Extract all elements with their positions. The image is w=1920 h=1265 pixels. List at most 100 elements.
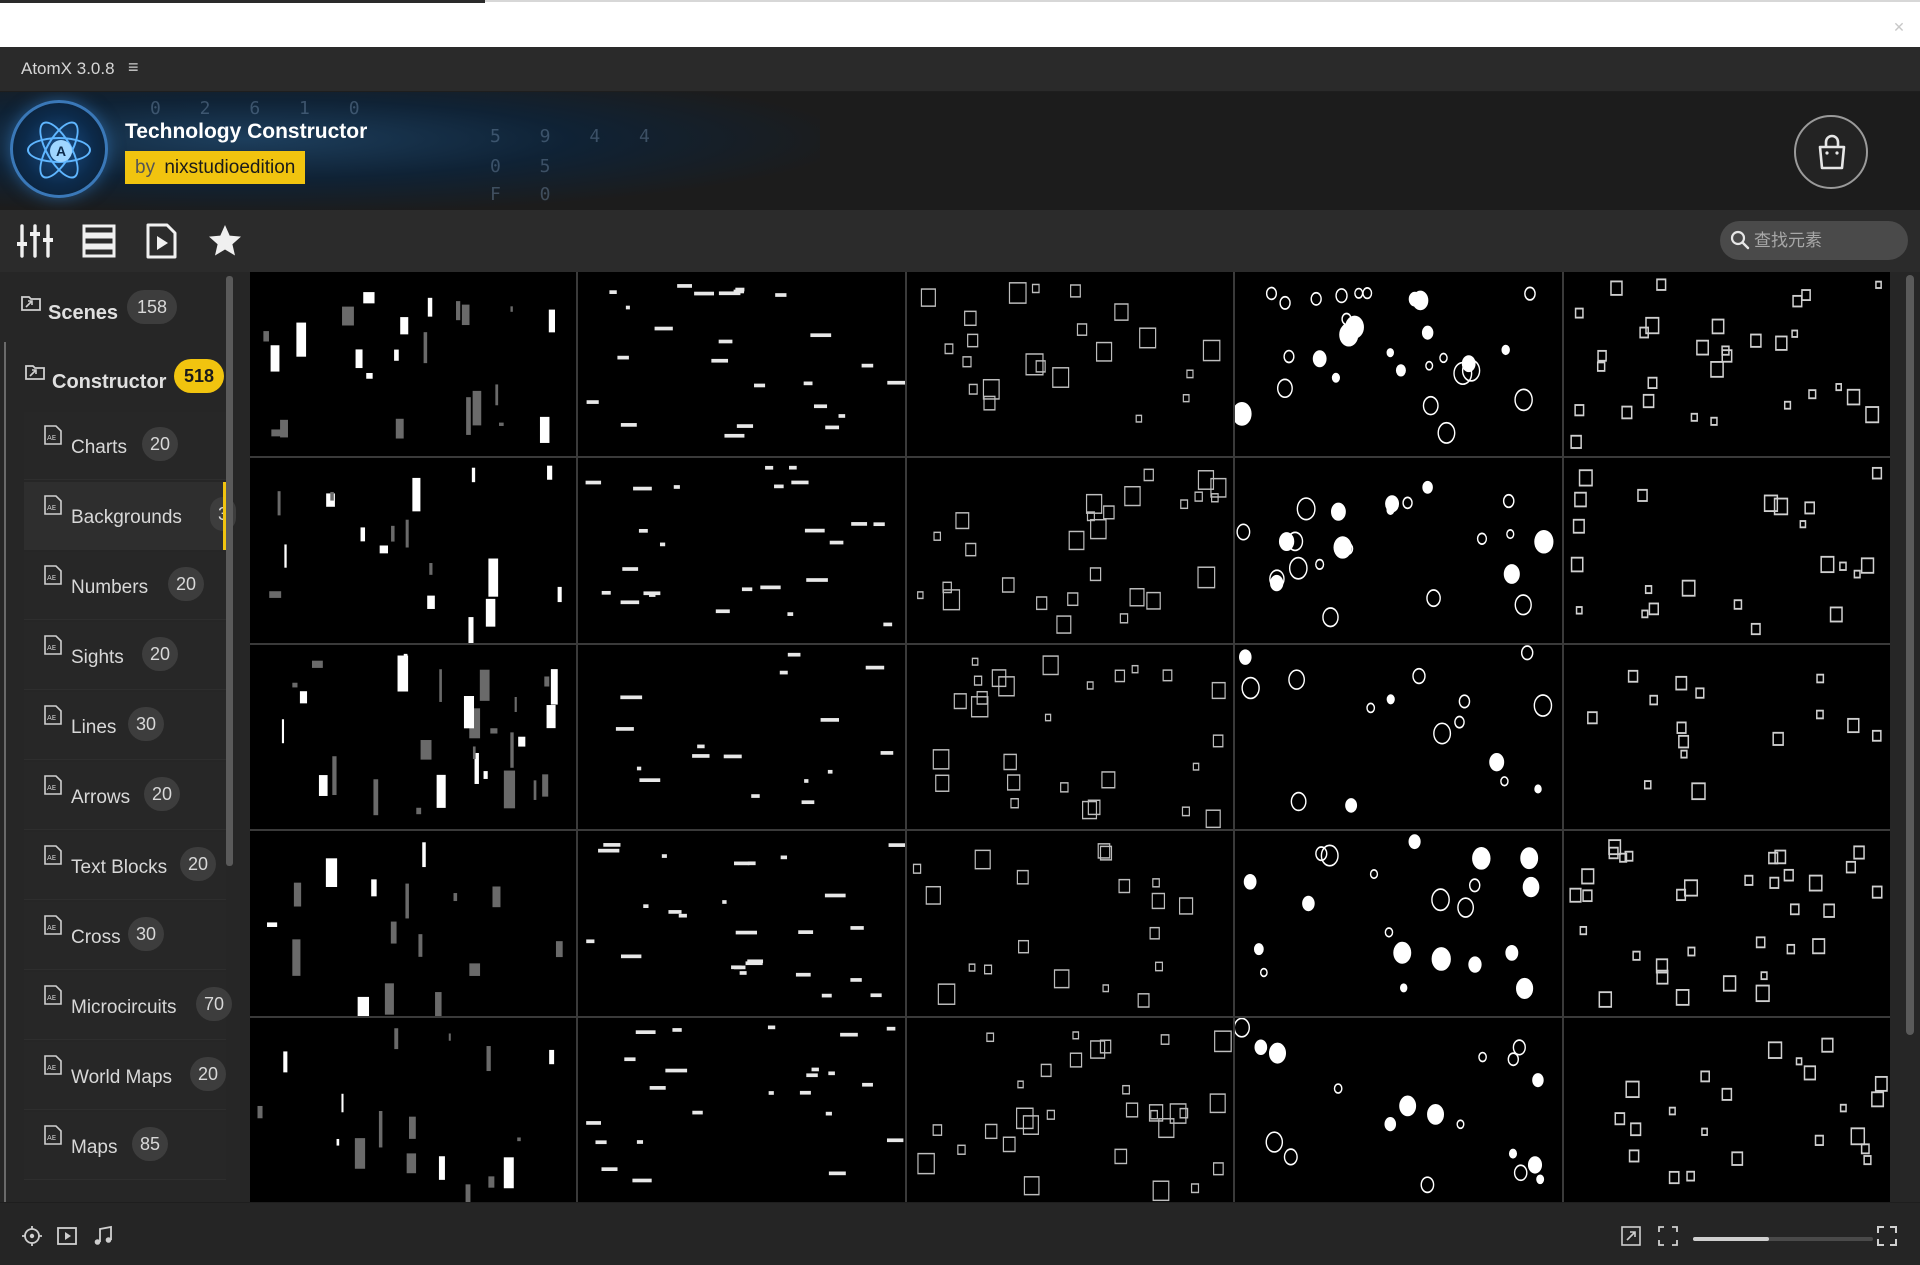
preview-tile[interactable] [250,1017,577,1202]
small-grid-icon[interactable] [1657,1225,1679,1247]
mixer-sliders-icon[interactable] [16,222,54,260]
preview-tile[interactable] [250,272,577,457]
preview-shape [1399,1095,1417,1116]
video-file-icon[interactable] [142,222,180,260]
preview-tile[interactable] [1235,831,1562,1016]
search-box[interactable] [1720,221,1908,260]
preview-shape [801,800,815,804]
preview-tile[interactable] [906,272,1234,457]
preview-shape [311,660,323,668]
folder-link-icon [25,365,45,380]
preview-tile[interactable] [1235,458,1562,643]
preview-tile[interactable] [578,831,905,1016]
preview-tile[interactable] [1563,272,1890,457]
close-icon[interactable]: ✕ [1886,14,1912,40]
preview-tile[interactable] [1563,644,1890,830]
preview-shape [400,317,409,335]
sidebar-item-sights[interactable]: AE Sights 20 [24,622,226,690]
preview-shape [1212,734,1224,748]
zoom-slider[interactable] [1693,1237,1873,1241]
resize-icon[interactable] [1620,1225,1642,1247]
preview-tile[interactable] [1235,644,1562,830]
preview-tile[interactable] [250,458,577,643]
ae-file-icon: AE [44,495,62,515]
preview-shape [595,1139,608,1144]
preview-tile[interactable] [906,1017,1234,1202]
preview-tile[interactable] [1235,1017,1562,1202]
preview-shape [1457,897,1475,919]
search-input[interactable] [1754,227,1894,254]
grid-scrollbar[interactable] [1906,275,1914,1035]
preview-shape [466,397,471,435]
svg-text:AE: AE [47,574,56,582]
sidebar-item-arrows[interactable]: AE Arrows 20 [24,762,226,830]
preview-shape [1586,711,1598,725]
preview-shape [391,526,395,542]
preview-shape [1690,782,1706,800]
preview-shape [1730,1150,1743,1166]
preview-shape [412,478,421,512]
sidebar-item-backgrounds[interactable]: AE Backgrounds 3 [24,482,237,550]
preview-shape [825,893,847,898]
preview-shape [420,739,432,760]
preview-shape [1783,400,1791,410]
sidebar-item-charts[interactable]: AE Charts 20 [24,412,226,480]
preview-shape [1534,784,1542,794]
preview-shape [1017,1080,1024,1089]
preview-tile[interactable] [250,831,577,1016]
preview-shape [1871,729,1882,742]
sidebar-item-lines[interactable]: AE Lines 30 [24,692,226,760]
preview-tile[interactable] [578,1017,905,1202]
preview-shape [1333,1082,1343,1094]
preview-shape [1384,1116,1397,1131]
preview-shape [830,541,844,545]
preview-shape [602,591,612,596]
video-preview-icon[interactable] [56,1225,78,1247]
preview-shape [916,591,924,600]
favorites-star-icon[interactable] [206,222,244,260]
large-grid-icon[interactable] [1876,1225,1898,1247]
preview-tile[interactable] [1235,272,1562,457]
music-note-icon[interactable] [92,1225,114,1247]
preview-tile[interactable] [906,458,1234,643]
sidebar-item-numbers[interactable]: AE Numbers 20 [24,552,226,620]
preview-shape [488,558,499,598]
sidebar-item-text-blocks[interactable]: AE Text Blocks 20 [24,832,226,900]
preview-tile[interactable] [1563,831,1890,1016]
preview-shape [806,578,829,583]
preview-tile[interactable] [578,272,905,457]
preview-shape [1722,975,1736,992]
sidebar-item-maps[interactable]: AE Maps 85 [24,1112,226,1180]
preview-shape [1822,903,1835,919]
preview-tile[interactable] [578,644,905,830]
preview-shape [366,372,373,379]
preview-shape [503,1156,514,1188]
preview-shape [1668,1170,1680,1184]
sidebar-scrollbar[interactable] [226,276,233,866]
preview-shape [692,1110,704,1115]
preview-tile[interactable] [906,831,1234,1016]
preview-shape [548,309,556,333]
preview-shape [805,529,826,533]
author-badge[interactable]: by nixstudioedition [125,151,306,184]
sidebar-item-cross[interactable]: AE Cross 30 [24,902,226,970]
sidebar-item-world-maps[interactable]: AE World Maps 20 [24,1042,227,1110]
hamburger-menu-icon[interactable]: ≡ [128,57,139,78]
sidebar-item-microcircuits[interactable]: AE Microcircuits 70 [24,972,233,1040]
preview-tile[interactable] [906,644,1234,830]
ae-settings-icon[interactable] [21,1225,43,1247]
preview-shape [325,858,338,888]
preview-tile[interactable] [578,458,905,643]
preview-shape [920,288,936,307]
preview-shape [518,736,526,747]
store-button[interactable] [1794,115,1868,189]
preview-shape [429,563,433,576]
preview-shape [544,676,550,687]
list-view-icon[interactable] [80,222,118,260]
preview-tile[interactable] [1563,458,1890,643]
preview-tile[interactable] [1563,1017,1890,1202]
preview-shape [1431,888,1451,912]
preview-shape [986,1032,994,1042]
preview-tile[interactable] [250,644,577,830]
preview-shape [271,429,284,437]
